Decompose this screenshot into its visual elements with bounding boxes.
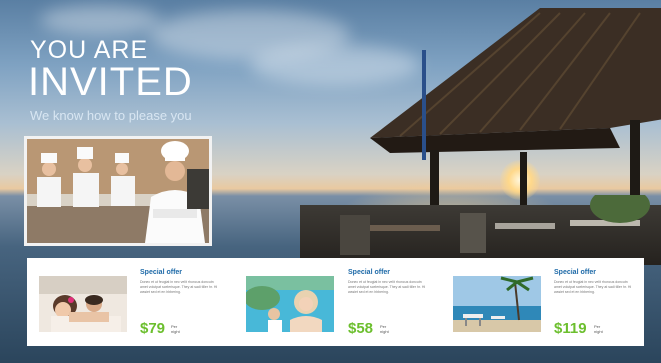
chefs-photo <box>24 136 212 246</box>
offer-card-beach[interactable]: Special offer Donec et ut feugiat in nec… <box>441 258 644 346</box>
special-offers-panel: Special offer Donec et ut feugiat in nec… <box>27 258 644 346</box>
offer-card-pool[interactable]: Special offer Donec et ut feugiat in nec… <box>234 258 439 346</box>
headline-line-2: INVITED <box>28 60 193 104</box>
offer-title: Special offer <box>348 269 391 276</box>
offer-card-spa[interactable]: Special offer Donec et ut feugiat in nec… <box>27 258 232 346</box>
restaurant-tables <box>340 195 650 255</box>
cloud <box>40 5 160 35</box>
beach-hut <box>370 8 661 153</box>
flag-pole <box>422 50 426 160</box>
offer-description: Donec et ut feugiat in nec velit rhoncus… <box>554 280 632 294</box>
invitation-banner: YOU ARE INVITED We know how to please yo… <box>0 0 661 363</box>
offer-price: $79 <box>140 320 166 337</box>
offer-price: $119 <box>554 320 587 337</box>
tagline: We know how to please you <box>30 108 192 123</box>
offer-title: Special offer <box>554 269 597 276</box>
offer-image-spa <box>39 276 127 332</box>
chefs-illustration <box>27 139 209 243</box>
offer-title: Special offer <box>140 269 183 276</box>
offer-description: Donec et ut feugiat in nec velit rhoncus… <box>348 280 426 294</box>
offer-image-pool <box>246 276 334 332</box>
offer-price-unit: Per night <box>594 324 603 334</box>
offer-price-unit: Per night <box>380 324 389 334</box>
offer-price-unit: Per night <box>171 324 180 334</box>
offer-image-beach <box>453 276 541 332</box>
offer-description: Donec et ut feugiat in nec velit rhoncus… <box>140 280 218 294</box>
offer-price: $58 <box>348 320 374 337</box>
